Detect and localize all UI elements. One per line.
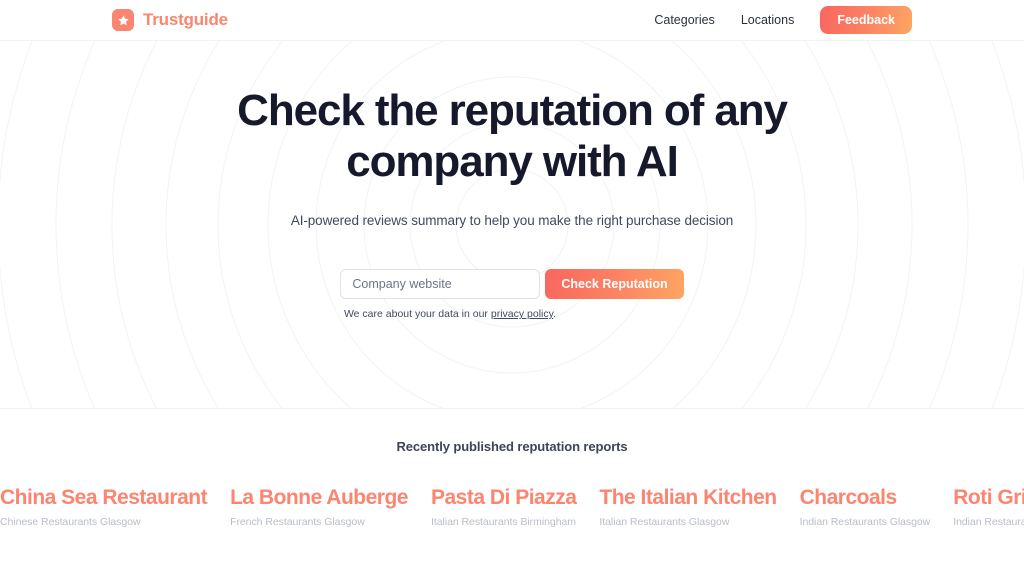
page-title-line-2: company with AI [346,137,679,186]
report-card-subtitle: French Restaurants Glasgow [230,516,365,528]
report-card[interactable]: Pasta Di Piazza Italian Restaurants Birm… [430,485,577,528]
report-card[interactable]: China Sea Restaurant Chinese Restaurants… [0,485,208,528]
brand-name: Trustguide [143,10,228,29]
recent-reports-list[interactable]: China Sea Restaurant Chinese Restaurants… [0,485,1024,528]
page-title: Check the reputation of any company with… [202,85,822,187]
report-card-title: La Bonne Auberge [230,486,408,509]
recent-reports-heading: Recently published reputation reports [396,439,628,454]
brand-logo-link[interactable]: Trustguide [112,9,228,31]
report-card[interactable]: The Italian Kitchen Italian Restaurants … [599,485,777,528]
report-card[interactable]: Charcoals Indian Restaurants Glasgow [800,485,931,528]
main-navigation: Categories Locations Feedback [654,5,912,35]
page-title-line-1: Check the reputation of any [237,86,788,135]
site-header: Trustguide Categories Locations Feedback [0,0,1024,41]
report-card-subtitle: Italian Restaurants Glasgow [599,516,730,528]
reputation-search-form: Check Reputation [0,269,1024,299]
feedback-button[interactable]: Feedback [820,5,912,35]
privacy-disclaimer-suffix: . [553,308,557,320]
report-card-subtitle: Indian Restaurants Glasgow [799,516,931,528]
report-card-subtitle: Italian Restaurants Birmingham [430,516,576,528]
report-card-subtitle: Indian Restaurants [953,516,1024,528]
hero-section: Check the reputation of any company with… [0,41,1024,409]
nav-item-categories[interactable]: Categories [654,13,714,27]
company-website-input[interactable] [340,269,541,299]
privacy-disclaimer: We care about your data in our privacy p… [0,308,1024,320]
report-card[interactable]: Roti Grill Indian Restaurants [953,485,1024,528]
hero-subtitle: AI-powered reviews summary to help you m… [290,213,734,228]
check-reputation-button[interactable]: Check Reputation [545,269,684,299]
report-card-title: Roti Grill [953,486,1024,509]
star-icon [112,9,134,31]
report-card-title: China Sea Restaurant [0,486,208,509]
report-card-title: The Italian Kitchen [599,486,777,509]
privacy-policy-link[interactable]: privacy policy [491,308,553,320]
privacy-disclaimer-prefix: We care about your data in our [343,308,491,320]
report-card[interactable]: La Bonne Auberge French Restaurants Glas… [230,485,408,528]
report-card-title: Charcoals [799,486,898,509]
recent-reports-section: Recently published reputation reports Ch… [0,409,1024,575]
nav-item-locations[interactable]: Locations [741,13,795,27]
report-card-subtitle: Chinese Restaurants Glasgow [0,516,141,528]
report-card-title: Pasta Di Piazza [430,486,577,509]
